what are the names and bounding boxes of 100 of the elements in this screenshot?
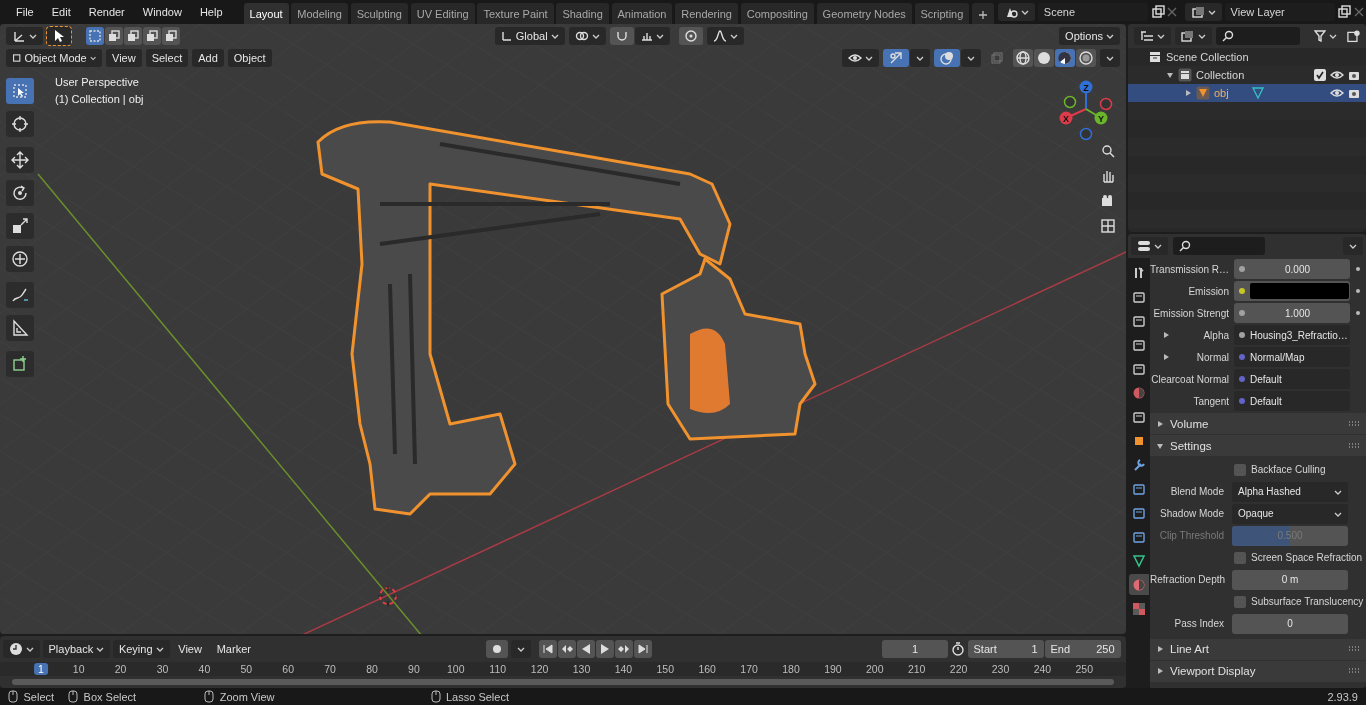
checkbox[interactable] (1234, 463, 1246, 476)
panel-header[interactable]: Volume (1150, 413, 1366, 434)
add-workspace-button[interactable] (972, 3, 995, 24)
view-layer-name-field[interactable]: View Layer (1224, 3, 1335, 21)
select-box-tool-button[interactable] (6, 78, 34, 104)
move-tool-button[interactable] (6, 147, 34, 173)
timeline-menu[interactable]: View (172, 640, 208, 658)
outliner-item-label[interactable]: Scene Collection (1166, 51, 1249, 63)
shading-mode-button[interactable] (1055, 49, 1075, 67)
select-tool-button[interactable] (47, 27, 71, 45)
axis-handle[interactable]: Y (1094, 111, 1108, 125)
node-link-field[interactable]: Housing3_Refractio… (1234, 325, 1350, 345)
snap-toggle[interactable] (609, 27, 634, 45)
proportional-edit-toggle[interactable] (679, 27, 704, 45)
scene-name-field[interactable]: Scene (1037, 3, 1148, 21)
number-field[interactable]: 0 m (1232, 569, 1348, 590)
drag-handle-icon[interactable] (1348, 668, 1360, 674)
workspace-tab[interactable]: Modeling (291, 3, 348, 24)
panel-header[interactable]: Settings (1150, 435, 1366, 456)
viewport-menu[interactable]: View (106, 49, 142, 67)
number-field[interactable]: 1.000 (1234, 303, 1350, 323)
auto-keying-toggle[interactable] (486, 640, 509, 658)
search-field[interactable] (1173, 237, 1266, 255)
viewport-menu[interactable]: Object (227, 49, 272, 67)
negative-axis-handle[interactable] (1099, 97, 1113, 111)
workspace-tab[interactable]: Shading (556, 3, 609, 24)
orientation-dropdown[interactable]: Global (494, 27, 565, 45)
editor-type-button[interactable] (2, 640, 40, 658)
node-link-field[interactable]: Default (1234, 369, 1350, 389)
menu-item[interactable]: Edit (43, 4, 79, 20)
number-field[interactable]: 0 (1232, 613, 1348, 634)
search-field[interactable] (1216, 27, 1301, 45)
eye-icon[interactable] (1330, 87, 1344, 99)
workspace-tab[interactable]: Scripting (914, 3, 970, 24)
image-stack-menu-button[interactable] (1184, 3, 1222, 21)
options-dropdown[interactable] (1343, 237, 1364, 255)
panel-header[interactable]: Line Art (1150, 638, 1366, 660)
menu-item[interactable]: Window (134, 4, 190, 20)
workspace-tab[interactable]: Animation (611, 3, 673, 24)
ruler-tool-button[interactable] (6, 315, 34, 341)
shading-options-dropdown[interactable] (1100, 49, 1120, 67)
cube-tool-button[interactable] (6, 351, 34, 377)
new-collection-icon[interactable] (1347, 29, 1360, 43)
selection-mode-button[interactable] (143, 27, 161, 45)
outliner-item-label[interactable]: Collection (1196, 69, 1245, 81)
menu-item[interactable]: Help (191, 4, 231, 20)
keyframe-dot[interactable] (1356, 311, 1360, 315)
negative-axis-handle[interactable] (1063, 95, 1077, 109)
axis-handle[interactable]: X (1059, 111, 1073, 125)
eye-icon[interactable] (1330, 69, 1344, 81)
editor-type-button[interactable] (1130, 237, 1168, 255)
copy-icon[interactable] (1337, 5, 1352, 19)
node-link-field[interactable]: Default (1234, 391, 1350, 411)
node-link-field[interactable]: Normal/Map (1234, 347, 1350, 367)
previous-keyframe-button[interactable] (558, 640, 577, 658)
selection-mode-button[interactable] (86, 27, 104, 45)
scale-tool-button[interactable] (6, 213, 34, 239)
number-field[interactable]: 0.000 (1234, 259, 1350, 279)
timeline-scrollbar[interactable] (12, 679, 1114, 685)
viewport-menu[interactable]: Select (145, 49, 189, 67)
end-frame-field[interactable]: End 250 (1044, 640, 1121, 658)
start-frame-field[interactable]: Start 1 (967, 640, 1044, 658)
selection-mode-button[interactable] (105, 27, 123, 45)
pivot-dropdown[interactable] (568, 27, 606, 45)
timeline-dropdown[interactable]: Playback (42, 640, 111, 658)
dropdown-field[interactable]: Opaque (1232, 503, 1348, 524)
transform-tool-button[interactable] (6, 246, 34, 272)
selection-mode-button[interactable] (124, 27, 142, 45)
view-layer-dropdown[interactable] (1175, 27, 1212, 45)
pencil-tool-button[interactable] (6, 282, 34, 308)
dropdown-field[interactable]: Alpha Hashed (1232, 481, 1348, 502)
jump-start-button[interactable] (539, 640, 558, 658)
expand-arrow-icon[interactable] (1162, 353, 1170, 361)
options-dropdown[interactable]: Options (1059, 27, 1120, 45)
play-reverse-button[interactable] (577, 640, 596, 658)
timeline-menu[interactable]: Marker (210, 640, 257, 658)
workspace-tab[interactable]: UV Editing (410, 3, 475, 24)
mesh-data-icon[interactable] (1250, 86, 1265, 100)
visibility-dropdown[interactable] (842, 49, 879, 67)
shading-mode-button[interactable] (1034, 49, 1054, 67)
keyframe-dot[interactable] (1356, 267, 1360, 271)
cursor-tool-button[interactable] (6, 111, 34, 137)
expand-arrow-icon[interactable] (1166, 71, 1174, 79)
mode-dropdown[interactable]: Object Mode (6, 49, 102, 67)
workspace-tab[interactable]: Rendering (675, 3, 738, 24)
rotate-tool-button[interactable] (6, 180, 34, 206)
workspace-tab[interactable]: Compositing (740, 3, 814, 24)
menu-item[interactable]: File (8, 4, 42, 20)
shading-mode-button[interactable] (1013, 49, 1033, 67)
dropdown-button[interactable] (910, 49, 930, 67)
workspace-tab[interactable]: Texture Paint (477, 3, 554, 24)
checkbox[interactable] (1234, 595, 1246, 608)
timeline-dropdown[interactable]: Keying (112, 640, 170, 658)
color-field[interactable] (1234, 281, 1350, 301)
next-keyframe-button[interactable] (615, 640, 634, 658)
axis-handle[interactable]: Z (1079, 80, 1093, 94)
checkbox[interactable] (1234, 551, 1246, 564)
copy-icon[interactable] (1150, 5, 1165, 19)
close-icon[interactable] (1354, 7, 1365, 17)
workspace-tab[interactable]: Layout (243, 3, 289, 24)
